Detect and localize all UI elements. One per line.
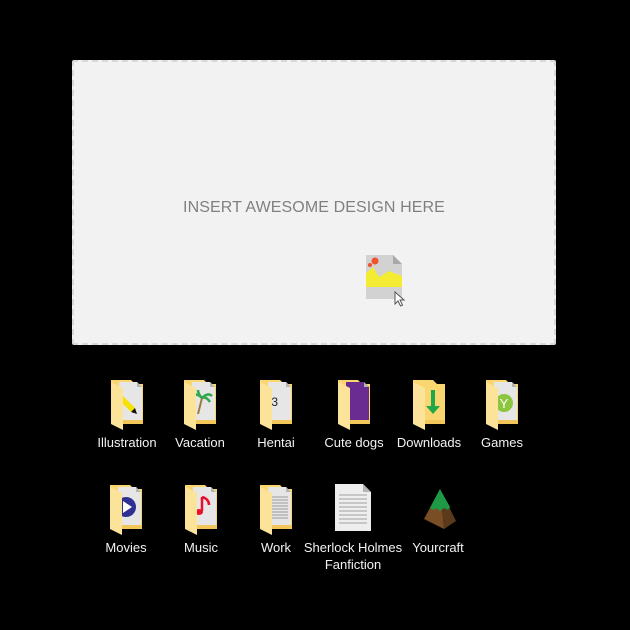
folder-label: Games — [481, 435, 523, 450]
folder-download-arrow-icon — [413, 380, 445, 430]
arrow-cursor-icon — [394, 291, 406, 307]
dragged-image-file[interactable] — [365, 255, 406, 307]
text-document-icon — [335, 484, 371, 531]
drop-zone-placeholder: INSERT AWESOME DESIGN HERE — [183, 199, 445, 216]
app-label: Yourcraft — [412, 540, 464, 555]
folder-palm-tree-icon — [184, 380, 216, 430]
folder-hentai[interactable]: :3 Hentai — [231, 376, 321, 451]
file-label-line-1: Sherlock Holmes — [303, 540, 403, 555]
folder-games-icon: Y — [486, 380, 518, 430]
file-label-line-2: Fanfiction — [324, 557, 382, 572]
folder-pencil-icon — [111, 380, 143, 430]
folder-music-note-icon — [185, 485, 217, 535]
folder-document-icon — [260, 485, 292, 535]
svg-text:Y: Y — [500, 396, 509, 411]
folder-purple-file-icon — [338, 380, 370, 430]
folder-games[interactable]: Y Games — [457, 376, 547, 451]
app-yourcraft[interactable]: Yourcraft — [393, 481, 483, 556]
pyramid-app-icon — [424, 489, 456, 529]
file-sherlock-holmes-fanfiction[interactable]: Sherlock Holmes Fanfiction — [303, 481, 403, 573]
drop-zone[interactable]: INSERT AWESOME DESIGN HERE — [72, 60, 556, 345]
folder-text-face-icon: :3 — [260, 380, 292, 430]
folder-play-icon — [110, 485, 142, 535]
folder-label: Hentai — [257, 435, 295, 450]
